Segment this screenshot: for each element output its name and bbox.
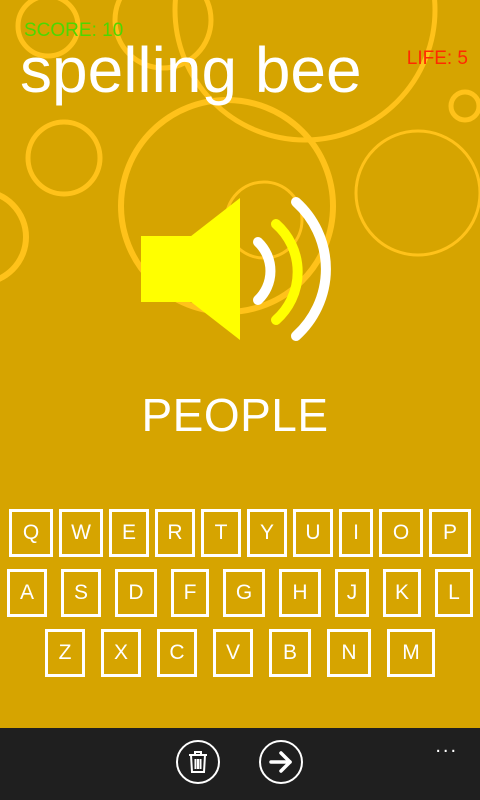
life-label: LIFE: 5 (406, 48, 468, 69)
key-s[interactable]: S (61, 569, 101, 617)
next-button[interactable] (259, 740, 303, 784)
keyboard-row: Z X C V B N M (0, 629, 480, 677)
key-u[interactable]: U (293, 509, 333, 557)
target-word: PEOPLE (141, 389, 329, 441)
key-l[interactable]: L (435, 569, 473, 617)
key-w[interactable]: W (59, 509, 103, 557)
speaker-volume-icon[interactable] (136, 190, 336, 350)
key-m[interactable]: M (387, 629, 435, 677)
key-q[interactable]: Q (9, 509, 53, 557)
keyboard-row: A S D F G H J K L (0, 569, 480, 617)
key-n[interactable]: N (327, 629, 371, 677)
key-c[interactable]: C (157, 629, 197, 677)
key-v[interactable]: V (213, 629, 253, 677)
key-k[interactable]: K (383, 569, 421, 617)
key-b[interactable]: B (269, 629, 311, 677)
more-menu-button[interactable]: ... (435, 736, 458, 756)
arrow-right-icon (269, 751, 292, 773)
bg-circle (354, 129, 480, 257)
bg-circle (448, 89, 480, 123)
background-circles (0, 0, 480, 315)
app-title: spelling bee (20, 34, 362, 106)
bg-circle (0, 192, 29, 282)
key-o[interactable]: O (379, 509, 423, 557)
key-e[interactable]: E (109, 509, 149, 557)
key-z[interactable]: Z (45, 629, 85, 677)
key-h[interactable]: H (279, 569, 321, 617)
key-j[interactable]: J (335, 569, 369, 617)
key-g[interactable]: G (223, 569, 265, 617)
key-t[interactable]: T (201, 509, 241, 557)
key-r[interactable]: R (155, 509, 195, 557)
delete-button[interactable] (176, 740, 220, 784)
key-x[interactable]: X (101, 629, 141, 677)
bg-circle (25, 119, 103, 197)
key-a[interactable]: A (7, 569, 47, 617)
key-p[interactable]: P (429, 509, 471, 557)
key-y[interactable]: Y (247, 509, 287, 557)
key-d[interactable]: D (115, 569, 157, 617)
trash-icon (189, 751, 207, 773)
key-i[interactable]: I (339, 509, 373, 557)
keyboard-row: Q W E R T Y U I O P (0, 509, 480, 557)
app-bar: ... (0, 728, 480, 800)
key-f[interactable]: F (171, 569, 209, 617)
